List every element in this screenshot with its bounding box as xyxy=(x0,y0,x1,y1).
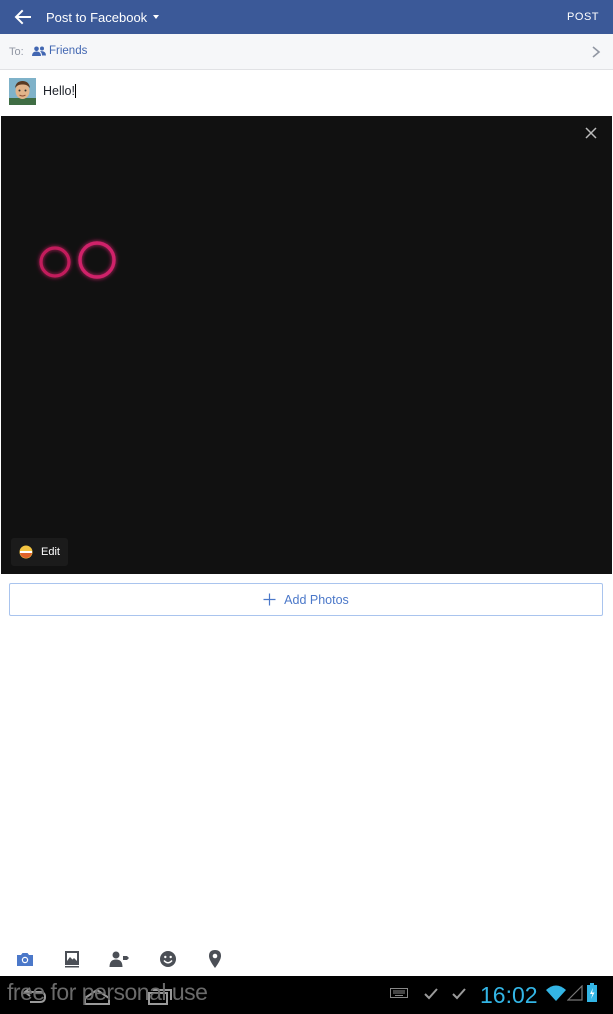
chevron-right-icon xyxy=(592,46,601,58)
add-photos-label: Add Photos xyxy=(284,592,349,607)
edit-photo-icon xyxy=(19,545,33,559)
plus-icon xyxy=(263,593,276,606)
wifi-icon xyxy=(546,985,566,1001)
edit-photo-button[interactable]: Edit xyxy=(11,538,68,566)
top-app-bar: Post to Facebook POST xyxy=(0,0,613,34)
check-icon xyxy=(452,988,466,1000)
audience-value: Friends xyxy=(32,45,87,57)
tag-people-icon[interactable] xyxy=(108,948,130,970)
page-title: Post to Facebook xyxy=(46,9,148,25)
attached-photo-preview: Edit xyxy=(1,116,612,574)
check-icon xyxy=(424,988,438,1000)
avatar xyxy=(9,78,36,105)
photo-content xyxy=(39,241,116,279)
post-button[interactable]: POST xyxy=(567,0,599,34)
status-text: Hello! xyxy=(43,84,75,98)
keyboard-icon xyxy=(390,988,408,998)
back-arrow-icon[interactable] xyxy=(10,5,36,29)
photo-gallery-icon[interactable] xyxy=(61,948,83,970)
status-text-input[interactable]: Hello! xyxy=(43,84,76,98)
signal-icon xyxy=(567,985,583,1001)
audience-label: Friends xyxy=(49,45,88,57)
close-icon[interactable] xyxy=(584,126,598,140)
composer: Hello! xyxy=(0,70,613,116)
caret-down-icon xyxy=(153,15,160,19)
composer-toolbar xyxy=(0,942,613,976)
edit-label: Edit xyxy=(41,546,60,558)
status-clock: 16:02 xyxy=(480,982,538,1008)
friends-icon xyxy=(32,46,46,56)
audience-selector[interactable]: To: Friends xyxy=(0,34,613,70)
post-target-dropdown[interactable]: Post to Facebook xyxy=(46,0,160,34)
to-label: To: xyxy=(9,46,24,58)
add-photos-button[interactable]: Add Photos xyxy=(9,583,603,616)
system-nav-bar: free for personal use 16:02 xyxy=(0,976,613,1014)
location-icon[interactable] xyxy=(204,948,226,970)
watermark-text: free for personal use xyxy=(7,979,208,1005)
battery-icon xyxy=(587,983,597,1002)
camera-icon[interactable] xyxy=(14,948,36,970)
feeling-icon[interactable] xyxy=(157,948,179,970)
text-cursor xyxy=(74,84,76,98)
